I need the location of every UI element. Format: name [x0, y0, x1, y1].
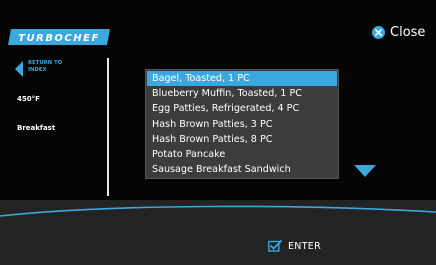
- return-to-index-button[interactable]: RETURN TO INDEX: [14, 60, 72, 78]
- category-label: Breakfast: [17, 124, 56, 132]
- scroll-down-icon[interactable]: [354, 165, 376, 177]
- enter-button[interactable]: ENTER: [268, 240, 321, 252]
- menu-item[interactable]: Blueberry Muffin, Toasted, 1 PC: [147, 86, 337, 101]
- close-label: Close: [390, 24, 426, 40]
- sidebar-divider: [107, 58, 109, 196]
- temperature-label: 450°F: [17, 95, 40, 103]
- close-icon: [372, 25, 385, 39]
- close-button[interactable]: Close: [372, 22, 425, 42]
- turbochef-logo: TURBOCHEF: [8, 29, 110, 45]
- menu-item[interactable]: Egg Patties, Refrigerated, 4 PC: [147, 101, 337, 116]
- logo-text: TURBOCHEF: [18, 33, 100, 44]
- app-screen: TURBOCHEF Close RETURN TO INDEX 450°F Br…: [0, 0, 436, 265]
- footer-wave: [0, 205, 436, 228]
- menu-item[interactable]: Hash Brown Patties, 8 PC: [147, 132, 337, 147]
- checkbox-check-icon: [268, 240, 282, 252]
- menu-item[interactable]: Bagel, Toasted, 1 PC: [147, 71, 337, 87]
- menu-item[interactable]: Hash Brown Patties, 3 PC: [147, 117, 337, 132]
- return-to-index-label: RETURN TO INDEX: [28, 60, 63, 73]
- arrow-left-icon: [15, 61, 23, 77]
- menu-item[interactable]: Sausage Breakfast Sandwich: [147, 162, 337, 177]
- menu-list[interactable]: Bagel, Toasted, 1 PC Blueberry Muffin, T…: [145, 69, 339, 179]
- enter-label: ENTER: [288, 240, 322, 252]
- menu-item[interactable]: Potato Pancake: [147, 147, 337, 162]
